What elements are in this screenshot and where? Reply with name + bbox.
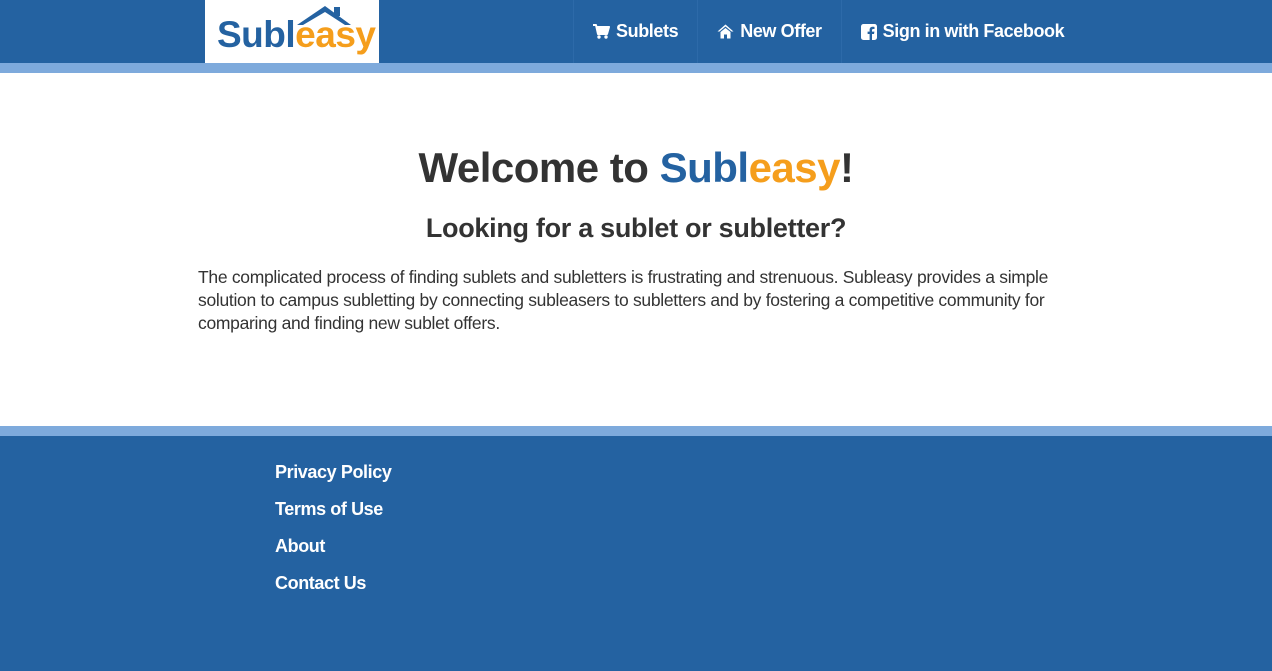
welcome-title-prefix: Welcome to (418, 144, 660, 191)
shopping-cart-icon (593, 24, 610, 39)
footer-link-privacy-policy[interactable]: Privacy Policy (275, 460, 392, 497)
welcome-title-brand-easy: easy (748, 144, 841, 191)
footer-link-contact-us[interactable]: Contact Us (275, 571, 391, 608)
nav-sublets-label: Sublets (616, 21, 679, 41)
facebook-sign-in-label: Sign in with Facebook (882, 21, 1065, 41)
welcome-title-brand-sub: Subl (659, 144, 750, 191)
logo[interactable]: Subleasy (205, 0, 379, 63)
footer-link-terms-of-use[interactable]: Terms of Use (275, 497, 391, 534)
welcome-title: Welcome to Subleasy! (0, 143, 1272, 193)
home-icon (717, 24, 734, 39)
nav-menu: Sublets New Offer Sign in with Facebook (573, 0, 1083, 63)
facebook-icon (860, 23, 877, 40)
footer: Privacy Policy Terms of Use About Contac… (0, 436, 1272, 671)
nav-new-offer-link[interactable]: New Offer (697, 0, 840, 63)
logo-text-sub: Subl (217, 14, 296, 55)
main-content: Welcome to Subleasy! Looking for a suble… (0, 73, 1272, 426)
footer-link-about[interactable]: About (275, 534, 391, 571)
nav-sublets-link[interactable]: Sublets (573, 0, 697, 63)
logo-text: Subleasy (217, 14, 376, 55)
navbar-accent-bar (0, 63, 1272, 73)
footer-accent-bar (0, 426, 1272, 436)
facebook-sign-in-button[interactable]: Sign in with Facebook (840, 0, 1084, 63)
footer-links: Privacy Policy Terms of Use About Contac… (275, 460, 392, 608)
page-subheading: Looking for a sublet or subletter? (425, 213, 847, 243)
welcome-title-suffix: ! (840, 144, 854, 191)
nav-new-offer-label: New Offer (740, 21, 822, 41)
top-navbar: Subleasy Sublets New Offer Sign in with … (0, 0, 1272, 63)
intro-paragraph: The complicated process of finding suble… (198, 267, 1049, 333)
logo-text-easy: easy (295, 14, 376, 55)
